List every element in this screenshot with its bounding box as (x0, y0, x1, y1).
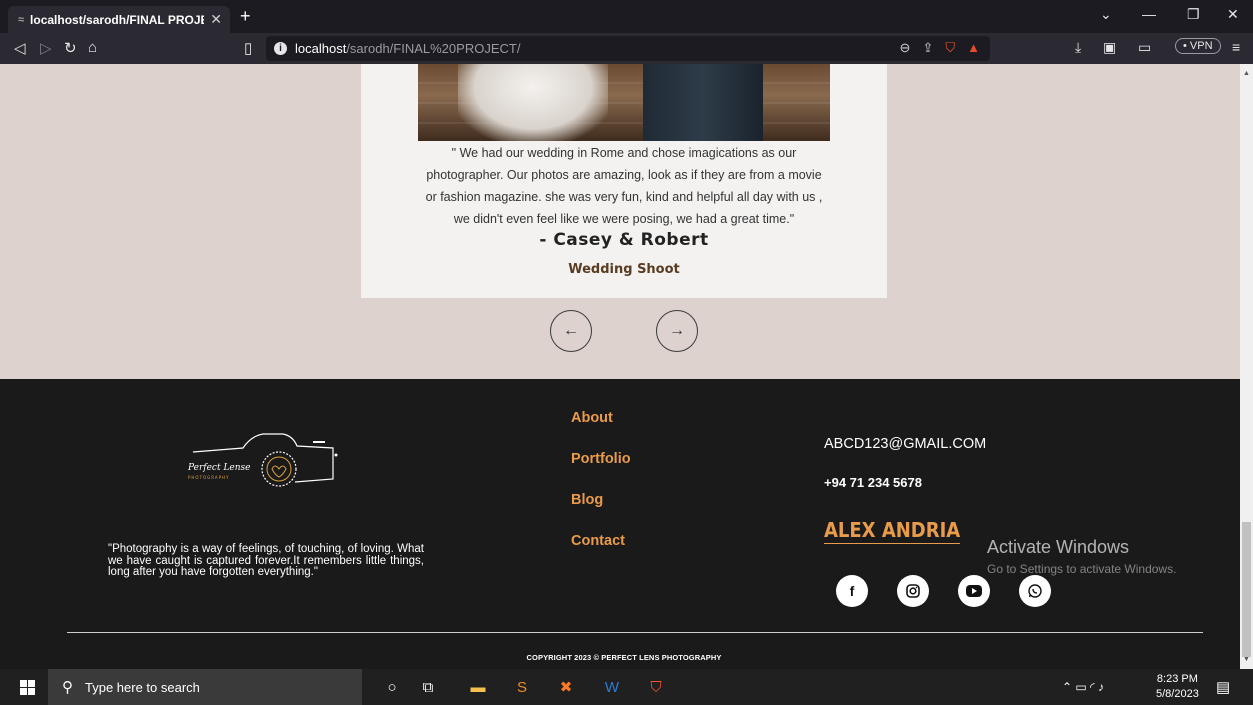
scrollbar-thumb[interactable] (1242, 522, 1251, 657)
testimonial-card: " We had our wedding in Rome and chose i… (361, 64, 887, 298)
footer-link-contact[interactable]: Contact (571, 533, 625, 549)
notification-icon[interactable]: ▤ (1216, 678, 1230, 696)
close-icon[interactable]: ✕ (210, 11, 222, 28)
footer-divider (67, 632, 1203, 633)
clock-time: 8:23 PM (1156, 673, 1198, 685)
copyright-text: COPYRIGHT 2023 © PERFECT LENS PHOTOGRAPH… (526, 653, 722, 662)
tab-title: localhost/sarodh/FINAL PROJECT/ (30, 12, 204, 27)
vpn-button[interactable]: • VPN (1175, 38, 1221, 54)
footer-link-blog[interactable]: Blog (571, 492, 603, 508)
brave-browser-icon[interactable]: ⛉ (646, 677, 666, 697)
brave-rewards-icon[interactable]: ▲ (967, 40, 980, 56)
clock-date: 5/8/2023 (1156, 688, 1199, 700)
activate-windows-subtitle: Go to Settings to activate Windows. (987, 562, 1177, 576)
sublime-text-icon[interactable]: S (512, 677, 532, 697)
address-bar-actions: ⊖ ⇪ ⛉ ▲ (900, 40, 980, 56)
bookmark-icon[interactable]: ▯ (244, 39, 252, 57)
taskbar-clock[interactable]: 8:23 PM 5/8/2023 (1156, 672, 1199, 702)
zoom-icon[interactable]: ⊖ (900, 40, 911, 56)
cortana-icon[interactable]: ○ (382, 677, 402, 697)
back-icon[interactable]: ◁ (14, 39, 26, 57)
youtube-icon[interactable] (958, 575, 990, 607)
browser-tab-strip: ≈ localhost/sarodh/FINAL PROJECT/ ✕ + ⌄ … (0, 0, 1253, 33)
url-host: localhost (295, 41, 347, 56)
xampp-icon[interactable]: ✖ (556, 677, 576, 697)
browser-toolbar: ◁ ▷ ↻ ⌂ ▯ i localhost/sarodh/FINAL%20PRO… (0, 33, 1253, 64)
groom-figure (643, 64, 763, 141)
system-tray-icons[interactable]: ⌃ ▭ ◜ ♪ (1062, 680, 1104, 694)
share-icon[interactable]: ⇪ (922, 40, 933, 56)
logo-script: Perfect Lense (187, 463, 251, 473)
reload-icon[interactable]: ↻ (64, 39, 77, 57)
scroll-up-icon[interactable]: ▲ (1243, 70, 1250, 77)
logo-subtitle: PHOTOGRAPHY (188, 475, 229, 480)
scroll-down-icon[interactable]: ▼ (1243, 656, 1250, 663)
file-explorer-icon[interactable]: ▬ (468, 677, 488, 697)
menu-icon[interactable]: ≡ (1232, 39, 1240, 55)
minimize-icon[interactable]: — (1142, 6, 1156, 22)
url-path: /sarodh/FINAL%20PROJECT/ (346, 41, 521, 56)
whatsapp-icon[interactable] (1019, 575, 1051, 607)
wallet-icon[interactable]: ▭ (1138, 39, 1151, 56)
next-testimonial-button[interactable]: → (656, 310, 698, 352)
sidebar-icon[interactable]: ▣ (1103, 39, 1116, 56)
activate-windows-title: Activate Windows (987, 537, 1130, 557)
contact-email[interactable]: ABCD123@GMAIL.COM (824, 436, 986, 452)
facebook-icon[interactable]: f (836, 575, 868, 607)
wedding-photo (418, 64, 830, 141)
browser-tab[interactable]: ≈ localhost/sarodh/FINAL PROJECT/ ✕ (8, 6, 230, 33)
prev-testimonial-button[interactable]: ← (550, 310, 592, 352)
chevron-down-icon[interactable]: ⌄ (1100, 6, 1112, 23)
contact-phone: +94 71 234 5678 (824, 475, 922, 490)
page-viewport: " We had our wedding in Rome and chose i… (0, 64, 1240, 669)
windows-start-icon[interactable] (20, 680, 35, 695)
taskbar-search[interactable]: ⚲ Type here to search (48, 669, 362, 705)
restore-icon[interactable]: ❐ (1187, 6, 1200, 23)
search-icon: ⚲ (62, 679, 73, 696)
site-footer: Perfect Lense PHOTOGRAPHY "Photography i… (0, 379, 1240, 669)
windows-taskbar: ⚲ Type here to search ○ ⧉ ▬ S ✖ W ⛉ ⌃ ▭ … (0, 669, 1253, 705)
page-scrollbar[interactable]: ▲ ▼ (1240, 64, 1253, 669)
instagram-icon[interactable] (897, 575, 929, 607)
bride-figure (458, 64, 608, 141)
home-icon[interactable]: ⌂ (88, 39, 97, 56)
footer-link-portfolio[interactable]: Portfolio (571, 451, 631, 467)
page-icon: ≈ (18, 13, 25, 26)
arrow-right-icon: → (669, 322, 685, 339)
download-icon[interactable]: ⤓ (1075, 39, 1081, 56)
arrow-left-icon: ← (563, 322, 579, 339)
contact-name: ALEX ANDRIA (824, 518, 961, 544)
new-tab-icon[interactable]: + (240, 6, 251, 27)
testimonial-author: - Casey & Robert (539, 230, 709, 250)
word-icon[interactable]: W (602, 677, 622, 697)
forward-icon[interactable]: ▷ (40, 39, 52, 57)
address-bar[interactable]: i localhost/sarodh/FINAL%20PROJECT/ ⊖ ⇪ … (266, 36, 990, 61)
brave-shield-icon[interactable]: ⛉ (945, 40, 955, 56)
task-view-icon[interactable]: ⧉ (418, 677, 438, 697)
camera-logo[interactable]: Perfect Lense PHOTOGRAPHY (183, 424, 343, 499)
footer-link-about[interactable]: About (571, 410, 613, 426)
site-info-icon[interactable]: i (274, 42, 287, 55)
testimonial-quote: " We had our wedding in Rome and chose i… (425, 146, 823, 226)
footer-tagline: "Photography is a way of feelings, of to… (108, 543, 424, 578)
search-placeholder: Type here to search (85, 679, 200, 695)
shoot-type: Wedding Shoot (568, 262, 680, 277)
window-close-icon[interactable]: ✕ (1227, 6, 1239, 23)
